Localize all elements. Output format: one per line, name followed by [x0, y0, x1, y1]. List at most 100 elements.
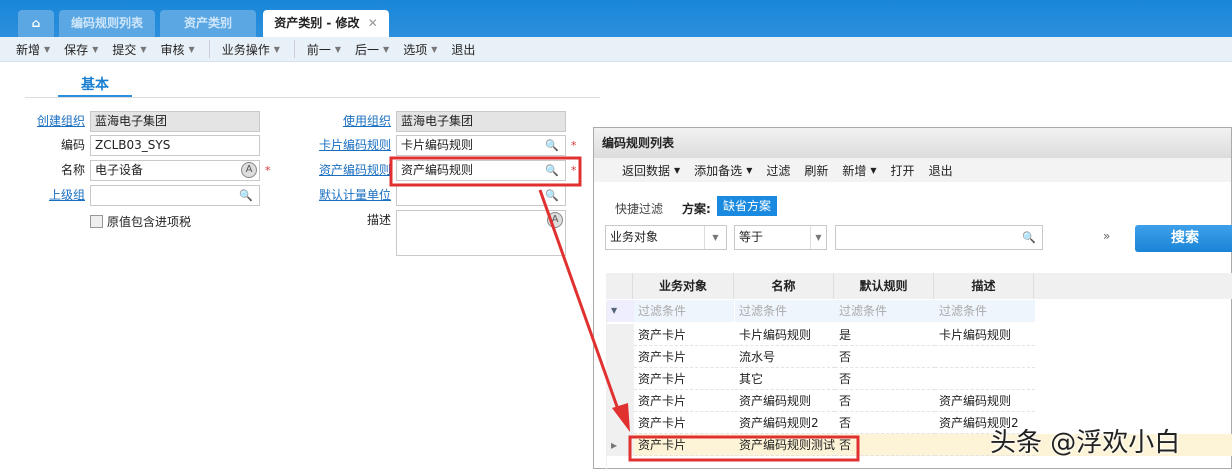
required-marker: * [571, 139, 577, 152]
chevron-down-icon: ▼ [334, 44, 342, 54]
return-data-button[interactable]: 返回数据 ▼ [622, 162, 680, 179]
search-icon[interactable]: 🔍 [545, 186, 559, 205]
exit-button[interactable]: 退出 [929, 162, 953, 179]
filter-cell[interactable]: 过滤条件 [634, 300, 734, 322]
filter-cell[interactable]: 过滤条件 [935, 300, 1035, 322]
desc-label: 描述 [366, 213, 391, 227]
table-cell[interactable]: 资产编码规则 [735, 390, 835, 412]
scheme-default[interactable]: 缺省方案 [717, 196, 778, 216]
chevron-down-icon: ▼ [273, 44, 280, 54]
table-cell[interactable]: 否 [835, 434, 935, 456]
card-rule-label[interactable]: 卡片编码规则 [311, 135, 391, 155]
search-icon[interactable]: 🔍 [239, 186, 253, 205]
table-cell[interactable]: 是 [835, 324, 935, 346]
expand-icon[interactable]: » [1103, 229, 1110, 243]
table-cell[interactable]: 资产卡片 [634, 434, 734, 456]
chevron-down-icon: ▼ [704, 226, 726, 249]
table-cell[interactable]: 否 [835, 346, 935, 368]
search-input[interactable]: 🔍 [835, 225, 1043, 250]
chevron-down-icon: ▼ [810, 226, 826, 249]
column-header-description[interactable]: 描述 [934, 273, 1034, 299]
column-header-business-object[interactable]: 业务对象 [633, 273, 734, 299]
desc-field[interactable]: A [396, 210, 566, 256]
table-cell[interactable]: 否 [835, 368, 935, 390]
tab-label: 资产类别 - 修改 [274, 16, 360, 30]
new-button[interactable]: 新增 ▼ [16, 41, 50, 58]
home-tab[interactable]: ⌂ [18, 10, 54, 37]
submit-button[interactable]: 提交 ▼ [112, 41, 146, 58]
name-label: 名称 [60, 163, 85, 177]
filter-cell[interactable]: 过滤条件 [735, 300, 835, 322]
table-cell[interactable]: 资产卡片 [634, 390, 734, 412]
tab-asset-category-edit[interactable]: 资产类别 - 修改 ✕ [263, 10, 389, 37]
exit-button[interactable]: 退出 [451, 41, 475, 58]
row-header[interactable] [607, 346, 634, 368]
chevron-down-icon: ▼ [92, 44, 99, 54]
unit-field[interactable]: 🔍 [396, 185, 566, 206]
create-org-label[interactable]: 创建组织 [5, 111, 85, 131]
table-cell[interactable]: 资产卡片 [634, 412, 734, 434]
column-header-default-rule[interactable]: 默认规则 [834, 273, 934, 299]
filter-icon[interactable]: ▼ [607, 300, 634, 322]
asset-rule-label[interactable]: 资产编码规则 [311, 160, 391, 180]
search-button[interactable]: 搜索 [1135, 225, 1232, 252]
table-cell[interactable] [935, 346, 1035, 368]
table-cell[interactable]: 资产编码规则2 [735, 412, 835, 434]
search-icon: 🔍 [1022, 231, 1036, 244]
main-toolbar: 新增 ▼ 保存 ▼ 提交 ▼ 审核 ▼ 业务操作 ▼ 前一 ▼ 后一 ▼ 选项 ▼ 退出 [0, 37, 1232, 62]
table-cell[interactable]: 卡片编码规则 [735, 324, 835, 346]
use-org-label[interactable]: 使用组织 [311, 111, 391, 131]
multilang-icon[interactable]: A [241, 162, 257, 178]
divider [208, 40, 210, 58]
multilang-icon[interactable]: A [547, 212, 563, 228]
table-cell[interactable]: 资产编码规则测试 [735, 434, 835, 456]
filter-cell[interactable]: 过滤条件 [835, 300, 935, 322]
tax-checkbox-label: 原值包含进项税 [107, 215, 192, 229]
table-cell[interactable] [935, 368, 1035, 390]
next-button[interactable]: 后一 ▼ [355, 41, 389, 58]
refresh-button[interactable]: 刷新 [804, 162, 828, 179]
row-header[interactable] [607, 412, 634, 434]
table-cell[interactable]: 否 [835, 390, 935, 412]
tab-basic[interactable]: 基本 [58, 74, 132, 94]
table-cell[interactable]: 流水号 [735, 346, 835, 368]
parent-field[interactable]: 🔍 [90, 185, 260, 206]
add-candidate-button[interactable]: 添加备选 ▼ [694, 162, 752, 179]
table-cell[interactable]: 资产编码规则 [935, 390, 1035, 412]
unit-label[interactable]: 默认计量单位 [311, 185, 391, 205]
options-button[interactable]: 选项 ▼ [403, 41, 437, 58]
grid-header-corner [606, 273, 633, 299]
column-header-name[interactable]: 名称 [734, 273, 834, 299]
card-rule-field[interactable]: 卡片编码规则 🔍 [396, 135, 566, 156]
asset-rule-field[interactable]: 资产编码规则 🔍 [396, 160, 566, 181]
close-icon[interactable]: ✕ [368, 16, 378, 30]
code-field[interactable]: ZCLB03_SYS [90, 135, 260, 156]
tab-asset-category[interactable]: 资产类别 [160, 10, 256, 37]
name-field[interactable]: 电子设备 A [90, 160, 260, 181]
table-cell[interactable]: 其它 [735, 368, 835, 390]
tab-code-rule-list[interactable]: 编码规则列表 [59, 10, 155, 37]
row-header[interactable] [607, 324, 634, 346]
audit-button[interactable]: 审核 ▼ [161, 41, 195, 58]
new-button[interactable]: 新增 ▼ [842, 162, 876, 179]
prev-button[interactable]: 前一 ▼ [307, 41, 341, 58]
parent-label[interactable]: 上级组 [5, 185, 85, 205]
tax-checkbox[interactable] [90, 215, 103, 228]
open-button[interactable]: 打开 [891, 162, 915, 179]
save-button[interactable]: 保存 ▼ [64, 41, 98, 58]
table-cell[interactable]: 否 [835, 412, 935, 434]
row-header[interactable] [607, 368, 634, 390]
business-ops-button[interactable]: 业务操作 ▼ [222, 41, 280, 58]
row-header[interactable]: ▸ [607, 434, 634, 456]
table-cell[interactable]: 资产卡片 [634, 324, 734, 346]
filter-button[interactable]: 过滤 [766, 162, 790, 179]
table-cell[interactable]: 资产卡片 [634, 346, 734, 368]
search-icon[interactable]: 🔍 [545, 161, 559, 180]
table-cell[interactable]: 资产卡片 [634, 368, 734, 390]
code-rule-list-dialog: 编码规则列表 返回数据 ▼ 添加备选 ▼ 过滤 刷新 新增 ▼ 打开 退出 快捷过滤 … [593, 127, 1232, 470]
row-header[interactable] [607, 390, 634, 412]
operator-select[interactable]: 等于 ▼ [734, 225, 827, 250]
table-cell[interactable]: 卡片编码规则 [935, 324, 1035, 346]
search-icon[interactable]: 🔍 [545, 136, 559, 155]
field-select[interactable]: 业务对象 ▼ [605, 225, 727, 250]
